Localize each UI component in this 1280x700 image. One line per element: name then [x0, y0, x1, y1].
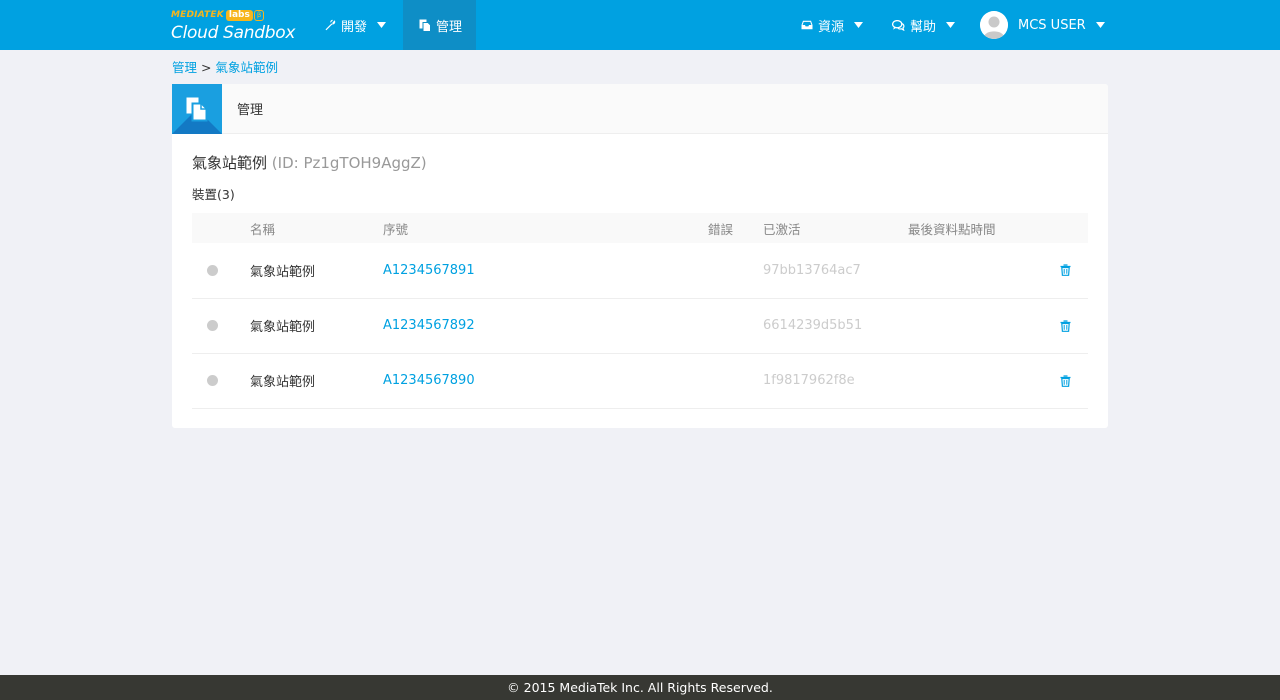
column-header-last-datapoint: 最後資料點時間	[908, 221, 996, 237]
column-header-activated: 已激活	[763, 221, 801, 237]
device-activation-key: 97bb13764ac7	[763, 262, 861, 278]
table-header-row: 名稱 序號 錯誤 已激活 最後資料點時間	[192, 213, 1088, 243]
device-activation-key: 6614239d5b51	[763, 318, 863, 333]
caret-down-icon	[377, 22, 387, 28]
trash-icon[interactable]	[1058, 374, 1088, 387]
device-serial-link[interactable]: A1234567892	[383, 318, 475, 333]
trash-icon[interactable]	[1058, 319, 1088, 332]
caret-down-icon	[854, 22, 864, 28]
avatar	[980, 11, 1008, 39]
nav-resources[interactable]: 資源	[801, 0, 864, 50]
column-header-name: 名稱	[250, 221, 276, 237]
device-name: 氣象站範例	[250, 320, 316, 335]
nav-resources-label: 資源	[818, 19, 845, 35]
inbox-icon	[801, 20, 813, 30]
devices-count-label: 裝置(3)	[192, 187, 235, 202]
device-last-datapoint	[908, 243, 1058, 298]
device-error	[708, 298, 763, 353]
status-dot	[207, 375, 218, 386]
nav-develop[interactable]: 開發	[315, 0, 401, 50]
footer: © 2015 MediaTek Inc. All Rights Reserved…	[0, 675, 1280, 700]
files-icon	[419, 19, 431, 32]
device-error	[708, 243, 763, 298]
breadcrumb-current-link[interactable]: 氣象站範例	[215, 60, 278, 75]
nav-develop-label: 開發	[341, 19, 368, 35]
logo-labs: labs	[225, 9, 253, 21]
panel-header: 管理	[172, 83, 1108, 134]
logo-product: Cloud Sandbox	[171, 23, 296, 43]
top-navbar: MEDIATEK labs β Cloud Sandbox 開發 管理 資源 幫…	[0, 0, 1280, 50]
table-row: 氣象站範例 A1234567890 1f9817962f8e	[192, 353, 1088, 408]
device-name: 氣象站範例	[250, 264, 316, 280]
table-row: 氣象站範例 A1234567891 97bb13764ac7	[192, 243, 1088, 298]
device-serial-link[interactable]: A1234567891	[383, 263, 475, 278]
breadcrumb: 管理 > 氣象站範例	[172, 57, 278, 76]
chat-icon	[892, 19, 905, 31]
device-name: 氣象站範例	[250, 375, 316, 390]
device-last-datapoint	[908, 353, 1058, 408]
manage-icon-box	[172, 83, 222, 134]
logo-beta: β	[253, 9, 265, 21]
breadcrumb-root-link[interactable]: 管理	[172, 60, 197, 75]
user-menu[interactable]: MCS USER	[980, 0, 1105, 50]
breadcrumb-separator: >	[201, 60, 212, 75]
prototype-title: 氣象站範例 (ID: Pz1gTOH9AggZ)	[192, 152, 427, 173]
caret-down-icon	[1095, 22, 1105, 28]
table-row: 氣象站範例 A1234567892 6614239d5b51	[192, 298, 1088, 353]
caret-down-icon	[946, 22, 956, 28]
device-last-datapoint	[908, 298, 1058, 353]
logo-brand: MEDIATEK	[171, 10, 224, 20]
status-dot	[207, 264, 218, 276]
status-dot	[207, 320, 218, 331]
nav-manage-label: 管理	[436, 19, 463, 35]
footer-copyright: © 2015 MediaTek Inc. All Rights Reserved…	[507, 680, 773, 695]
device-error	[708, 353, 763, 408]
panel-title: 管理	[237, 103, 264, 118]
user-name: MCS USER	[1018, 17, 1086, 33]
prototype-id: (ID: Pz1gTOH9AggZ)	[271, 154, 427, 172]
nav-manage[interactable]: 管理	[403, 0, 476, 50]
prototype-name: 氣象站範例	[192, 154, 268, 172]
column-header-serial: 序號	[383, 221, 409, 237]
column-header-error: 錯誤	[708, 221, 734, 237]
devices-table: 名稱 序號 錯誤 已激活 最後資料點時間 氣象站範例 A1234567891 9…	[192, 213, 1088, 409]
cloud-sandbox-logo[interactable]: MEDIATEK labs β Cloud Sandbox	[171, 8, 296, 44]
device-activation-key: 1f9817962f8e	[763, 373, 855, 388]
device-serial-link[interactable]: A1234567890	[383, 373, 475, 388]
files-icon	[186, 97, 208, 121]
nav-help[interactable]: 幫助	[892, 0, 956, 50]
nav-help-label: 幫助	[910, 19, 937, 35]
trash-icon[interactable]	[1058, 264, 1088, 277]
wrench-icon	[324, 19, 336, 31]
prototype-panel: 管理 氣象站範例 (ID: Pz1gTOH9AggZ) 裝置(3) 名稱 序號 …	[172, 83, 1108, 428]
